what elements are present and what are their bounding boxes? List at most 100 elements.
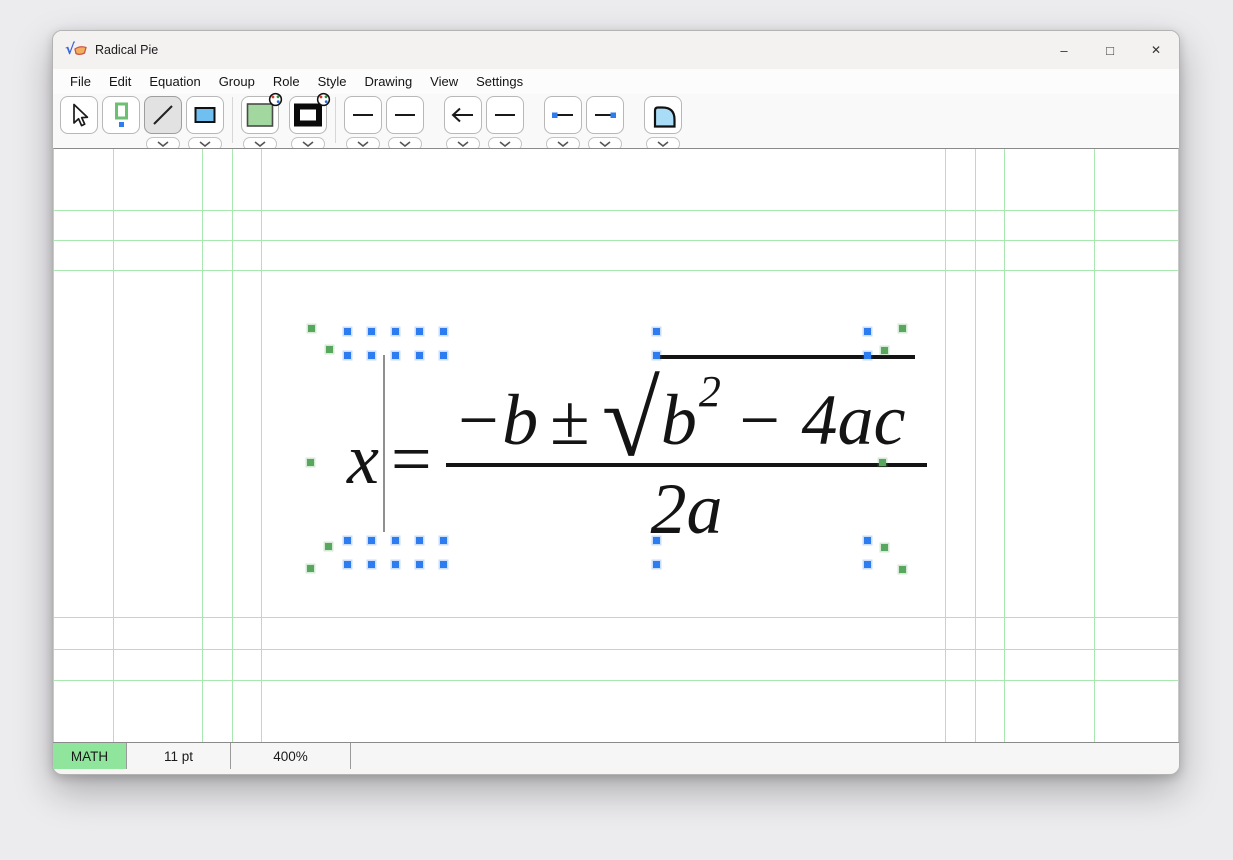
selection-handle[interactable]	[881, 544, 888, 551]
selection-boundary-dot	[653, 352, 660, 359]
selection-handle[interactable]	[326, 346, 333, 353]
selection-boundary-dot	[440, 561, 447, 568]
equation-equals: =	[391, 423, 432, 495]
guide-line-vertical	[1094, 149, 1095, 742]
menu-edit[interactable]: Edit	[100, 71, 140, 92]
line-style-button[interactable]	[344, 96, 382, 134]
diagonal-line-icon	[149, 101, 177, 129]
maximize-button[interactable]: □	[1087, 31, 1133, 69]
selection-boundary-dot	[864, 561, 871, 568]
toolbar-separator	[335, 97, 336, 143]
guide-line-vertical	[202, 149, 203, 742]
radical-sign: √	[602, 361, 660, 478]
selection-handle[interactable]	[879, 459, 886, 466]
guide-line-horizontal	[54, 649, 1178, 650]
menu-group[interactable]: Group	[210, 71, 264, 92]
selection-boundary-dot	[416, 328, 423, 335]
selection-handle[interactable]	[881, 347, 888, 354]
selection-boundary-dot	[344, 537, 351, 544]
selection-handle[interactable]	[307, 565, 314, 572]
selection-boundary-dot	[653, 537, 660, 544]
selection-boundary-dot	[344, 328, 351, 335]
selection-boundary-dot	[368, 352, 375, 359]
arrow-start-tool	[444, 96, 482, 151]
status-mode-indicator[interactable]: MATH	[53, 743, 127, 769]
arrow-end-tool	[486, 96, 524, 151]
menu-drawing[interactable]: Drawing	[355, 71, 421, 92]
menu-settings[interactable]: Settings	[467, 71, 532, 92]
select-tool	[60, 96, 98, 134]
line-square-end-icon	[591, 101, 619, 129]
menu-equation[interactable]: Equation	[140, 71, 209, 92]
minimize-button[interactable]: –	[1041, 31, 1087, 69]
pie-slice-icon	[74, 45, 87, 56]
line-style-tool	[344, 96, 382, 151]
chevron-down-icon	[457, 141, 469, 147]
selection-handle[interactable]	[325, 543, 332, 550]
chevron-down-icon	[499, 141, 511, 147]
guide-line-vertical	[1004, 149, 1005, 742]
fill-color-button[interactable]	[241, 96, 279, 134]
selection-boundary-dot	[864, 352, 871, 359]
selection-handle[interactable]	[899, 325, 906, 332]
selection-handle[interactable]	[899, 566, 906, 573]
selection-handle[interactable]	[308, 325, 315, 332]
status-zoom-level[interactable]: 400%	[231, 743, 351, 769]
horizontal-line-icon	[349, 101, 377, 129]
menu-style[interactable]: Style	[309, 71, 356, 92]
arrow-start-button[interactable]	[444, 96, 482, 134]
window-title: Radical Pie	[95, 43, 158, 57]
radicand-base: b	[661, 380, 697, 460]
menu-role[interactable]: Role	[264, 71, 309, 92]
guide-line-vertical	[975, 149, 976, 742]
selection-boundary-dot	[416, 352, 423, 359]
selection-boundary-dot	[368, 537, 375, 544]
guide-line-vertical	[261, 149, 262, 742]
guide-line-horizontal	[54, 270, 1178, 271]
selection-boundary-dot	[440, 352, 447, 359]
guide-line-horizontal	[54, 240, 1178, 241]
selection-boundary-dot	[416, 537, 423, 544]
border-color-button[interactable]	[289, 96, 327, 134]
menu-view[interactable]: View	[421, 71, 467, 92]
menu-file[interactable]: File	[61, 71, 100, 92]
endpoint-start-button[interactable]	[544, 96, 582, 134]
horizontal-line-icon	[391, 101, 419, 129]
status-font-size[interactable]: 11 pt	[127, 743, 231, 769]
selection-boundary-dot	[864, 537, 871, 544]
numerator-lead: −b	[454, 380, 539, 460]
line-tool-button[interactable]	[144, 96, 182, 134]
palette-icon	[268, 92, 283, 107]
rounded-corner-icon	[649, 101, 677, 129]
box-cursor-tool-button[interactable]	[102, 96, 140, 134]
selection-boundary-dot	[416, 561, 423, 568]
chevron-down-icon	[157, 141, 169, 147]
guide-line-vertical	[945, 149, 946, 742]
selection-boundary-dot	[368, 328, 375, 335]
corner-rounding-tool	[644, 96, 682, 151]
select-tool-button[interactable]	[60, 96, 98, 134]
selection-handle[interactable]	[307, 459, 314, 466]
radicand-rest: − 4ac	[735, 380, 906, 460]
close-button[interactable]: ✕	[1133, 31, 1179, 69]
box-cursor-tool	[102, 96, 140, 134]
guide-line-horizontal	[54, 680, 1178, 681]
endpoint-end-button[interactable]	[586, 96, 624, 134]
arrow-end-button[interactable]	[486, 96, 524, 134]
equation[interactable]: x = −b±√b2− 4ac 2a	[347, 363, 927, 555]
slot-box-icon	[107, 101, 135, 129]
line-style-2-tool	[386, 96, 424, 151]
corner-rounding-button[interactable]	[644, 96, 682, 134]
rectangle-tool-button[interactable]	[186, 96, 224, 134]
title-bar: √ Radical Pie – □ ✕	[53, 31, 1179, 69]
equation-canvas[interactable]: x = −b±√b2− 4ac 2a	[53, 148, 1179, 742]
line-square-start-icon	[549, 101, 577, 129]
endpoint-end-tool	[586, 96, 624, 151]
status-bar: MATH 11 pt 400%	[53, 742, 1179, 769]
guide-line-horizontal	[54, 617, 1178, 618]
app-window: √ Radical Pie – □ ✕ File Edit Equation G…	[52, 30, 1180, 775]
guide-line-horizontal	[54, 210, 1178, 211]
app-icon: √	[65, 41, 87, 59]
selection-boundary-dot	[392, 537, 399, 544]
line-style-2-button[interactable]	[386, 96, 424, 134]
